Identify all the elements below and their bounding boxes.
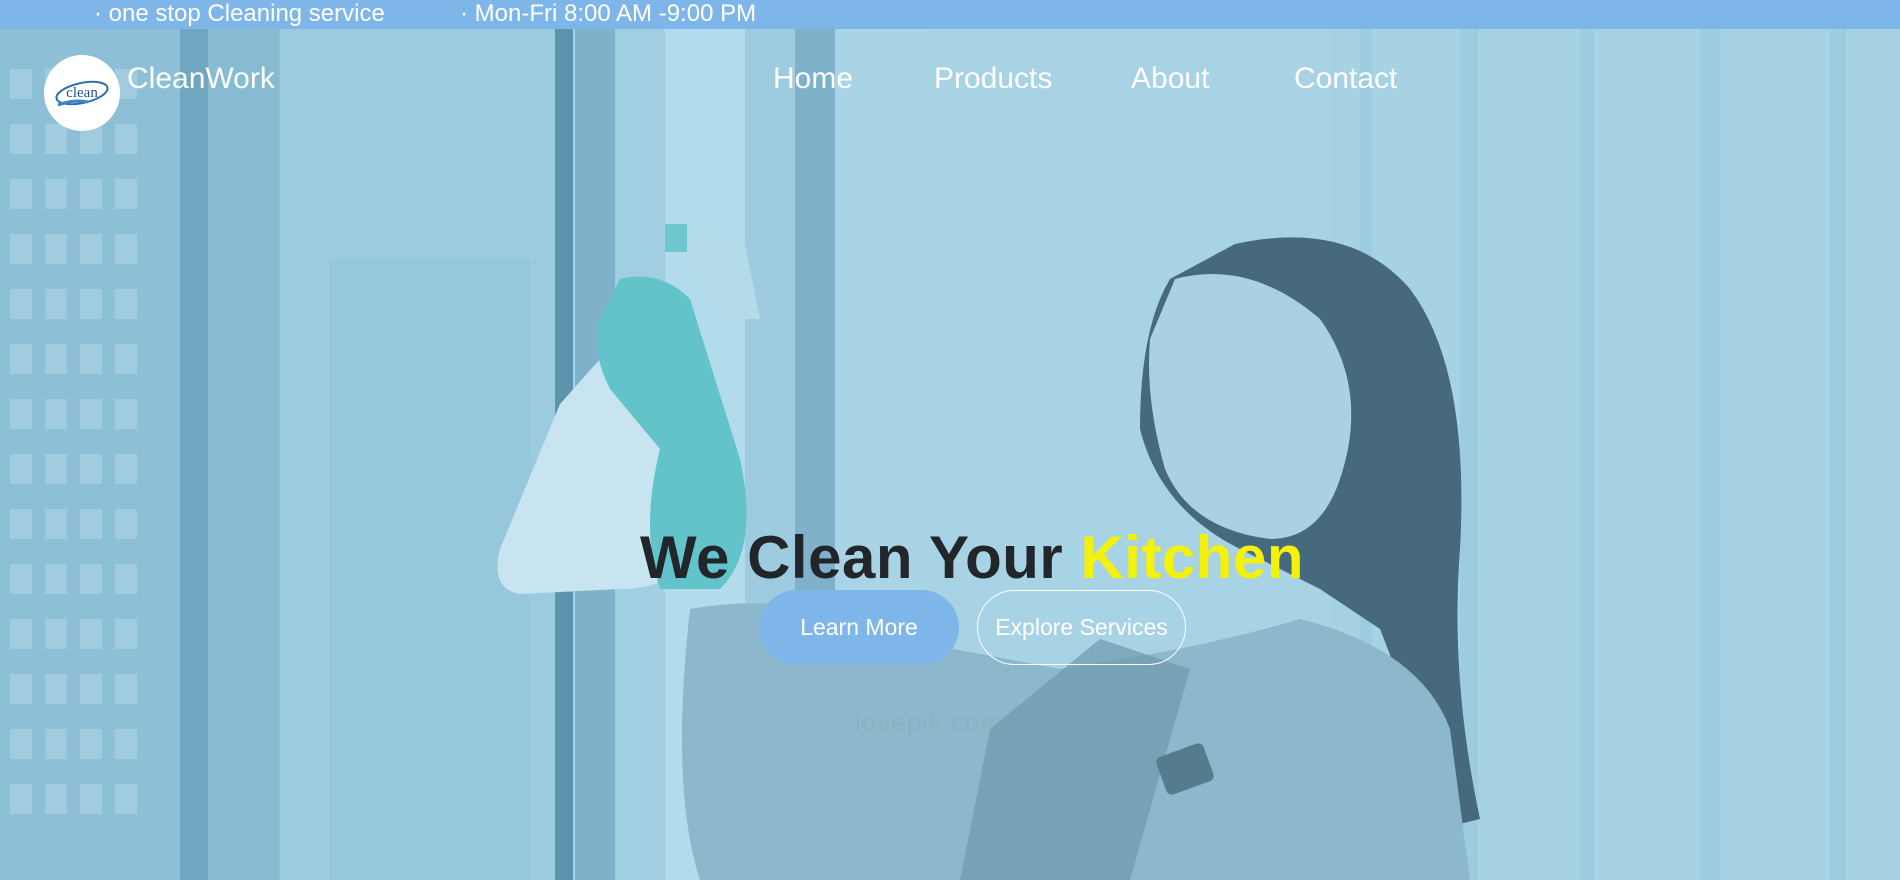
logo-text: clean [66,85,98,101]
headline-accent: Kitchen [1080,524,1304,591]
headline-main: We Clean Your [640,524,1081,591]
nav-about[interactable]: About [1131,62,1209,96]
hero-section: lovepik.com [0,29,1900,880]
watermark-text: lovepik.com [855,707,1004,737]
explore-services-button[interactable]: Explore Services [977,590,1186,665]
top-info-bar: · one stop Cleaning service · Mon-Fri 8:… [0,0,1900,29]
nav-contact[interactable]: Contact [1294,62,1397,96]
nav-home[interactable]: Home [773,62,853,96]
nav-products[interactable]: Products [934,62,1052,96]
tagline-text: · one stop Cleaning service [94,0,385,27]
hero-background-image [0,29,1900,880]
hero-headline: We Clean Your Kitchen [0,523,1900,592]
brand-name[interactable]: CleanWork [127,62,275,96]
clean-logo-icon[interactable]: clean [44,55,120,131]
learn-more-button[interactable]: Learn More [759,590,959,665]
page: · one stop Cleaning service · Mon-Fri 8:… [0,0,1900,880]
logo-graphic: clean [55,80,109,107]
hours-text: · Mon-Fri 8:00 AM -9:00 PM [460,0,757,27]
